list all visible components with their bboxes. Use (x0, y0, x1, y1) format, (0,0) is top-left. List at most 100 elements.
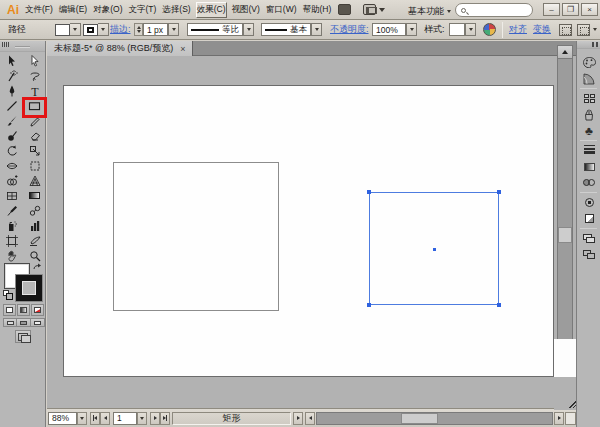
recolor-artwork-icon[interactable] (483, 23, 496, 36)
stroke-color-control[interactable] (83, 23, 109, 36)
workspace-switcher[interactable]: 基本功能 (408, 5, 451, 18)
gradient-panel-icon[interactable] (577, 159, 600, 174)
document-setup-control[interactable] (577, 23, 597, 36)
rotate-tool[interactable] (0, 143, 23, 158)
layers-panel-icon[interactable] (577, 231, 600, 246)
symbol-sprayer-tool[interactable] (0, 218, 23, 233)
vertical-scrollbar-thumb[interactable] (558, 227, 572, 243)
hand-tool[interactable] (0, 248, 23, 263)
column-graph-tool[interactable] (23, 218, 46, 233)
menu-help[interactable]: 帮助(H) (302, 2, 333, 18)
menu-view[interactable]: 视图(V) (231, 2, 261, 18)
selection-anchor[interactable] (497, 190, 501, 194)
symbols-panel-icon[interactable]: ♣ (577, 123, 600, 138)
scroll-up-button[interactable] (558, 46, 572, 59)
gradient-tool[interactable] (23, 188, 46, 203)
brushes-panel-icon[interactable] (577, 107, 600, 122)
eraser-tool[interactable] (23, 128, 46, 143)
canvas[interactable] (47, 56, 576, 408)
selection-center-point[interactable] (433, 248, 436, 251)
none-button[interactable] (31, 304, 44, 316)
width-profile-select[interactable]: 等比 (187, 23, 243, 36)
arrange-documents-button[interactable] (363, 4, 385, 15)
horizontal-scrollbar[interactable] (316, 412, 553, 425)
type-tool[interactable]: T (23, 83, 46, 98)
free-transform-tool[interactable] (23, 158, 46, 173)
swap-fill-stroke-icon[interactable] (32, 263, 42, 271)
draw-inside-button[interactable] (31, 318, 45, 327)
menu-select[interactable]: 选择(S) (161, 2, 191, 18)
selection-tool[interactable] (0, 53, 23, 68)
document-tab[interactable]: 未标题-5* @ 88% (RGB/预览) × (47, 41, 193, 56)
last-page-button[interactable] (160, 412, 170, 425)
menu-effect[interactable]: 效果(C) (196, 2, 227, 18)
opacity-value[interactable]: 100% (372, 23, 406, 36)
lasso-tool[interactable] (23, 68, 46, 83)
color-button[interactable] (3, 304, 16, 316)
menu-object[interactable]: 对象(O) (92, 2, 123, 18)
stroke-dropdown[interactable] (98, 23, 109, 36)
menu-window[interactable]: 窗口(W) (265, 2, 298, 18)
opacity-dropdown[interactable] (406, 23, 417, 36)
zoom-dropdown[interactable] (77, 412, 87, 425)
tab-close-icon[interactable]: × (180, 44, 185, 54)
isolate-button[interactable] (559, 23, 572, 36)
draw-normal-button[interactable] (3, 318, 17, 327)
page-dropdown[interactable] (137, 412, 147, 425)
scale-tool[interactable] (23, 143, 46, 158)
artboards-panel-icon[interactable] (577, 247, 600, 262)
minimize-button[interactable]: – (543, 3, 560, 16)
restore-button[interactable]: ❐ (562, 3, 579, 16)
width-profile-dropdown[interactable] (243, 23, 254, 36)
drawn-rectangle-unselected[interactable] (113, 162, 279, 311)
magic-wand-tool[interactable] (0, 68, 23, 83)
transform-panel-link[interactable]: 变换 (533, 23, 551, 36)
page-number-value[interactable]: 1 (113, 412, 137, 425)
horizontal-scrollbar-thumb[interactable] (401, 413, 438, 424)
appearance-panel-icon[interactable] (577, 195, 600, 210)
menu-file[interactable]: 文件(F) (24, 2, 54, 18)
status-menu-button[interactable] (293, 412, 303, 425)
selection-anchor[interactable] (497, 303, 501, 307)
eyedropper-tool[interactable] (0, 203, 23, 218)
tools-panel-header[interactable] (0, 41, 45, 52)
menu-type[interactable]: 文字(T) (127, 2, 157, 18)
swatches-panel-icon[interactable] (577, 91, 600, 106)
brush-definition-select[interactable]: 基本 (261, 23, 311, 36)
opacity-panel-link[interactable]: 不透明度: (330, 23, 369, 36)
align-panel-link[interactable]: 对齐 (509, 23, 527, 36)
stroke-weight-stepper[interactable] (134, 23, 143, 36)
zoom-tool[interactable] (23, 248, 46, 263)
brush-definition-dropdown[interactable] (311, 23, 322, 36)
stroke-weight-dropdown[interactable] (168, 23, 179, 36)
search-input[interactable] (455, 3, 533, 17)
resize-grip-icon[interactable] (569, 401, 576, 408)
stroke-panel-icon[interactable] (577, 143, 600, 158)
bridge-button[interactable] (338, 4, 351, 15)
scroll-left-button[interactable] (305, 412, 315, 425)
color-guide-panel-icon[interactable] (577, 71, 600, 86)
style-dropdown[interactable] (465, 23, 476, 36)
direct-selection-tool[interactable] (23, 53, 46, 68)
gradient-button[interactable] (17, 304, 30, 316)
close-button[interactable]: × (581, 3, 598, 16)
shape-builder-tool[interactable] (0, 173, 23, 188)
dock-header[interactable] (577, 41, 600, 49)
artboard-tool[interactable] (0, 233, 23, 248)
scroll-right-button[interactable] (554, 412, 564, 425)
stroke-weight-value[interactable]: 1 px (143, 23, 168, 36)
default-fill-stroke-icon[interactable] (3, 290, 9, 296)
zoom-level-value[interactable]: 88% (48, 412, 77, 425)
graphic-styles-panel-icon[interactable] (577, 211, 600, 226)
perspective-grid-tool[interactable] (23, 173, 46, 188)
line-segment-tool[interactable] (0, 98, 23, 113)
selection-anchor[interactable] (367, 303, 371, 307)
fill-dropdown[interactable] (70, 23, 81, 36)
style-swatch[interactable] (449, 23, 465, 36)
stroke-color-swatch[interactable] (16, 275, 42, 301)
transparency-panel-icon[interactable] (577, 175, 600, 190)
pen-tool[interactable] (0, 83, 23, 98)
screen-mode-button[interactable] (15, 330, 31, 343)
stroke-panel-link[interactable]: 描边: (110, 23, 131, 36)
paintbrush-tool[interactable] (0, 113, 23, 128)
